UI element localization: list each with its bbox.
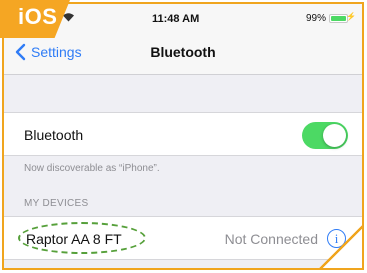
charging-bolt-icon: ⚡ (346, 12, 356, 21)
battery-fill (331, 16, 346, 21)
screenshot-frame: 11:48 AM 99% ⚡ Settings Bluetooth Blueto… (2, 2, 364, 270)
navigation-bar: Settings Bluetooth (4, 30, 362, 75)
status-time: 11:48 AM (152, 13, 200, 25)
bluetooth-toggle[interactable] (302, 122, 348, 149)
toggle-knob (323, 124, 346, 147)
device-row[interactable]: Raptor AA 8 FT Not Connected i (4, 216, 362, 260)
bluetooth-label: Bluetooth (24, 127, 84, 143)
ios-badge-label: iOS (18, 4, 58, 29)
discoverable-note: Now discoverable as “iPhone”. (24, 163, 160, 174)
page-title: Bluetooth (150, 44, 216, 60)
device-status: Not Connected (224, 231, 318, 247)
section-header-my-devices: MY DEVICES (24, 198, 89, 209)
device-name: Raptor AA 8 FT (26, 231, 122, 247)
battery-percent: 99% (305, 13, 326, 24)
page-curl-corner (319, 225, 362, 268)
bluetooth-cell: Bluetooth (4, 112, 362, 156)
